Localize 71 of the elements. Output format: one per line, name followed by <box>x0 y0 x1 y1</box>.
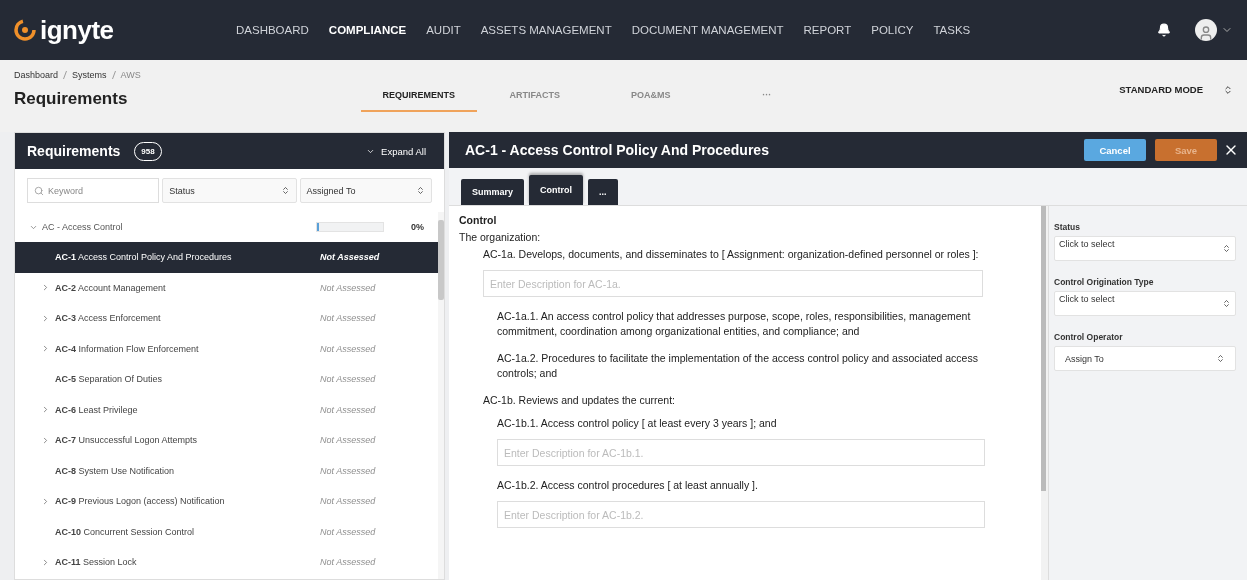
nav-link[interactable]: COMPLIANCE <box>328 24 407 36</box>
statement-text: AC-1a. Develops, documents, and disseminates to [ Assignment: organization-defined personnel or roles ]: <box>483 247 980 262</box>
requirement-row[interactable]: AC-10 Concurrent Session Control Not Assessed <box>15 516 438 547</box>
statement-text: AC-1a.2. Procedures to facilitate the implementation of the access control policy and associated access controls; and <box>497 351 979 381</box>
requirement-row[interactable]: AC-11 Session Lock Not Assessed <box>15 547 438 578</box>
bell-icon[interactable] <box>1157 23 1171 37</box>
chevron-right-icon[interactable] <box>41 405 50 415</box>
nav-link[interactable]: AUDIT <box>426 24 461 36</box>
brand-name: ignyte <box>40 14 114 46</box>
requirement-row[interactable]: AC-3 Access Enforcement Not Assessed <box>15 303 438 334</box>
nav-link[interactable]: DASHBOARD <box>236 24 309 36</box>
field-label: Control Origination Type <box>1054 277 1155 287</box>
expand-all-button[interactable]: Expand All <box>360 144 432 158</box>
progress-percent: 0% <box>410 222 424 232</box>
detail-title: AC-1 - Access Control Policy And Procedures <box>465 142 769 158</box>
chevron-right-icon[interactable] <box>41 344 50 354</box>
breadcrumb-link[interactable]: Systems <box>72 70 107 80</box>
chevron-right-icon[interactable] <box>41 496 50 506</box>
slash-separator-icon <box>111 71 116 79</box>
page-title: Requirements <box>14 89 129 109</box>
detail-tab[interactable]: Control <box>529 175 584 205</box>
slash-separator-icon <box>63 71 68 79</box>
nav-link[interactable]: TASKS <box>933 24 971 36</box>
filter-select[interactable]: Assigned To <box>299 178 432 203</box>
detail-tab[interactable]: ... <box>588 179 618 205</box>
requirement-row[interactable]: AC-8 System Use Notification Not Assessed <box>15 455 438 486</box>
avatar[interactable] <box>1195 19 1217 41</box>
nav-link[interactable]: DOCUMENT MANAGEMENT <box>631 24 784 36</box>
requirement-row[interactable]: AC-7 Unsuccessful Logon Attempts Not Assessed <box>15 425 438 456</box>
chevron-right-icon[interactable] <box>41 313 50 323</box>
requirement-row[interactable]: AC-1 Access Control Policy And Procedures Not Assessed <box>15 242 438 273</box>
nav-link[interactable]: ASSETS MANAGEMENT <box>480 24 612 36</box>
breadcrumb-link[interactable]: Dashboard <box>14 70 59 80</box>
intro-text: The organization: <box>459 231 542 243</box>
statement-text: AC-1b.2. Access control procedures [ at least annually ]. <box>497 478 759 493</box>
select-field[interactable]: Assign To <box>1054 346 1236 371</box>
field-label: Status <box>1054 222 1081 232</box>
chevron-right-icon[interactable] <box>41 557 50 567</box>
mode-label[interactable]: STANDARD MODE <box>1119 84 1203 95</box>
sort-arrows-icon <box>1222 244 1231 253</box>
statement-text: AC-1b.1. Access control policy [ at least every 3 years ]; and <box>497 416 778 431</box>
requirement-row[interactable]: AC-5 Separation Of Duties Not Assessed <box>15 364 438 395</box>
select-field[interactable]: Click to select <box>1054 291 1236 316</box>
requirement-row[interactable]: AC-2 Account Management Not Assessed <box>15 272 438 303</box>
nav-link[interactable]: REPORT <box>803 24 852 36</box>
statement-text: AC-1a.1. An access control policy that addresses purpose, scope, roles, responsibilities, management commitment, coordination among organizational entities, and compliance; and <box>497 309 972 339</box>
sort-arrows-icon <box>416 186 425 195</box>
statement-text: AC-1b. Reviews and updates the current: <box>483 393 677 408</box>
sort-arrows-icon <box>1222 299 1231 308</box>
sort-arrows-icon <box>1216 354 1225 363</box>
requirement-row[interactable]: AC-4 Information Flow Enforcement Not Assessed <box>15 333 438 364</box>
select-field[interactable]: Click to select <box>1054 236 1236 261</box>
sort-arrows-icon[interactable] <box>1223 84 1233 95</box>
nav-link[interactable]: POLICY <box>871 24 914 36</box>
search-field[interactable]: Keyword <box>27 178 160 203</box>
description-field[interactable]: Enter Description for AC-1b.1. <box>497 439 985 466</box>
chevron-right-icon[interactable] <box>41 435 50 445</box>
field-label: Control Operator <box>1054 332 1124 342</box>
requirement-row[interactable]: AC-9 Previous Logon (access) Notification Not Assessed <box>15 486 438 517</box>
description-field[interactable]: Enter Description for AC-1a. <box>483 270 983 297</box>
group-row[interactable]: AC - Access Control 0% <box>15 212 438 242</box>
page-tab[interactable]: REQUIREMENTS <box>360 90 477 112</box>
section-heading: Control <box>459 214 498 226</box>
chevron-right-icon[interactable] <box>41 283 50 293</box>
detail-tab[interactable]: Summary <box>461 179 525 205</box>
filter-select[interactable]: Status <box>162 178 297 203</box>
panel-title: Requirements <box>27 143 121 159</box>
sort-arrows-icon <box>280 186 290 195</box>
description-field[interactable]: Enter Description for AC-1b.2. <box>497 501 985 528</box>
requirement-row[interactable]: AC-6 Least Privilege Not Assessed <box>15 394 438 425</box>
logo-icon <box>14 19 36 41</box>
